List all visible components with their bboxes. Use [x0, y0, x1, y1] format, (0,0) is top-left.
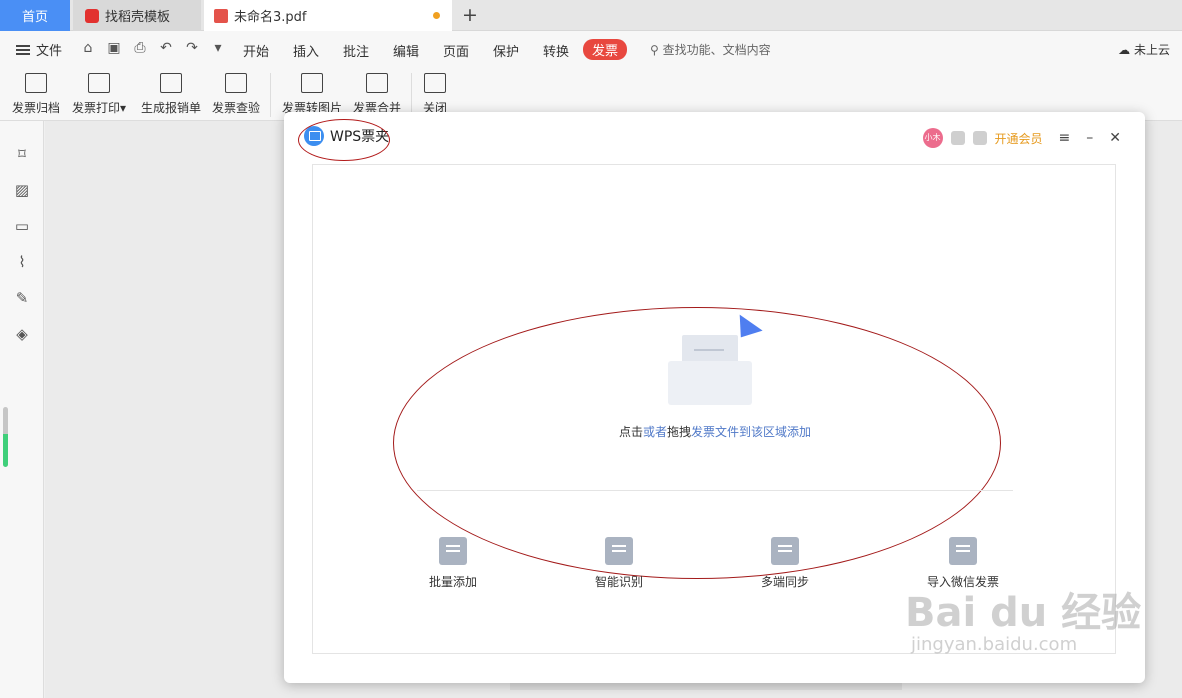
menu-page[interactable]: 页面 — [443, 41, 469, 60]
signature-icon[interactable]: ✎ — [13, 289, 31, 307]
annotation-circle-title — [298, 119, 390, 161]
redo-icon[interactable]: ↷ — [184, 40, 200, 56]
tab-pdf-label: 未命名3.pdf — [234, 10, 307, 25]
comment-icon[interactable]: ▭ — [13, 217, 31, 235]
thumbnail-icon[interactable]: ▨ — [13, 181, 31, 199]
divider — [417, 490, 1013, 491]
file-menu-button[interactable]: 文件 — [16, 40, 62, 59]
invoice-archive-button[interactable]: 发票归档 — [12, 71, 60, 116]
ribbon-divider — [270, 73, 271, 117]
hamburger-icon — [16, 44, 30, 55]
invoice-verify-button[interactable]: 发票查验 — [212, 71, 260, 116]
verify-icon — [225, 73, 247, 93]
minimize-icon[interactable]: – — [1086, 130, 1093, 146]
tab-bar: 首页 找稻壳模板 未命名3.pdf + — [0, 0, 1182, 31]
watermark-sub: jingyan.baidu.com — [911, 634, 1078, 655]
cloud-status-button[interactable]: ☁ 未上云 — [1118, 41, 1170, 58]
drop-hint-rest: 发票文件到该区域添加 — [691, 425, 812, 439]
merge-icon — [366, 73, 388, 93]
open-folder-icon[interactable]: ⌂ — [80, 40, 96, 56]
super-member-badge-icon — [972, 131, 987, 145]
close-box-icon — [424, 73, 446, 93]
menu-icon[interactable]: ≡ — [1059, 130, 1071, 146]
feature-multi-sync[interactable]: 多端同步 — [735, 537, 835, 590]
devices-icon — [771, 537, 799, 565]
drop-hint: 点击或者拖拽发票文件到该区域添加 — [313, 423, 1117, 440]
close-icon[interactable]: ✕ — [1109, 130, 1121, 146]
search-box[interactable]: ⚲ 查找功能、文档内容 — [650, 41, 771, 58]
archive-icon — [25, 73, 47, 93]
click-link[interactable]: 点击 — [619, 425, 643, 439]
feature-multi-sync-label: 多端同步 — [760, 575, 809, 589]
invoice-archive-label: 发票归档 — [12, 101, 61, 115]
menu-invoice[interactable]: 发票 — [583, 39, 628, 60]
customize-chevron-icon[interactable]: ▾ — [210, 40, 226, 56]
search-placeholder: 查找功能、文档内容 — [662, 43, 771, 57]
generate-expense-button[interactable]: 生成报销单 — [141, 71, 201, 116]
image-icon — [301, 73, 323, 93]
tab-pdf[interactable]: 未命名3.pdf — [204, 0, 452, 31]
invoice-print-button[interactable]: 发票打印▾ — [72, 71, 126, 116]
baidu-watermark: Bai du 经验 jingyan.baidu.com — [905, 580, 1155, 655]
feature-smart-recognize[interactable]: 智能识别 — [569, 537, 669, 590]
docer-logo-icon — [85, 8, 99, 23]
pdf-file-icon — [214, 8, 228, 23]
invoice-merge-button[interactable]: 发票合并 — [353, 71, 401, 116]
attachment-icon[interactable]: ⌇ — [13, 253, 31, 271]
menu-start[interactable]: 开始 — [243, 41, 269, 60]
left-side-panel: ⌑ ▨ ▭ ⌇ ✎ ◈ — [0, 121, 44, 698]
feature-batch-add[interactable]: 批量添加 — [403, 537, 503, 590]
cloud-status-label: 未上云 — [1133, 43, 1170, 57]
chevron-down-icon: ▾ — [120, 101, 127, 115]
tab-template-label: 找稻壳模板 — [105, 10, 171, 25]
menu-convert[interactable]: 转换 — [543, 41, 569, 60]
folder-upload-icon — [668, 314, 763, 405]
new-tab-button[interactable]: + — [462, 4, 478, 26]
search-icon: ⚲ — [650, 43, 659, 57]
layers-icon[interactable]: ◈ — [13, 325, 31, 343]
scrollbar-handle[interactable] — [3, 407, 8, 467]
file-menu-label: 文件 — [36, 44, 63, 59]
invoice-print-label: 发票打印 — [72, 101, 121, 115]
member-badge-icon — [950, 131, 965, 145]
printer-icon — [88, 73, 111, 93]
scan-icon — [605, 537, 633, 565]
feature-batch-add-label: 批量添加 — [428, 575, 477, 589]
dialog-header-actions: 小木 开通会员 ≡ – ✕ — [922, 128, 1121, 148]
unsaved-dot-icon — [433, 12, 440, 19]
menu-insert[interactable]: 插入 — [293, 41, 319, 60]
ribbon-divider — [411, 73, 412, 117]
menu-edit[interactable]: 编辑 — [393, 41, 419, 60]
invoice-verify-label: 发票查验 — [212, 101, 261, 115]
quick-access-toolbar: ⌂ ▣ ⎙ ↶ ↷ ▾ — [80, 40, 226, 56]
batch-add-icon — [439, 537, 467, 565]
close-invoice-button[interactable]: 关闭 — [423, 71, 447, 116]
generate-expense-label: 生成报销单 — [141, 101, 202, 115]
avatar[interactable]: 小木 — [922, 128, 943, 148]
bookmark-icon[interactable]: ⌑ — [13, 145, 31, 163]
print-icon[interactable]: ⎙ — [132, 40, 148, 56]
tab-home[interactable]: 首页 — [0, 0, 70, 31]
tab-template[interactable]: 找稻壳模板 — [73, 0, 201, 31]
save-icon[interactable]: ▣ — [106, 40, 122, 56]
drag-word: 拖拽 — [667, 425, 692, 439]
menu-bar: 文件 ⌂ ▣ ⎙ ↶ ↷ ▾ 开始 插入 批注 编辑 页面 保护 转换 发票 ⚲… — [0, 31, 1182, 67]
tab-home-label: 首页 — [21, 10, 48, 25]
invoice-to-image-button[interactable]: 发票转图片 — [282, 71, 342, 116]
undo-icon[interactable]: ↶ — [158, 40, 174, 56]
watermark-main: Bai du 经验 — [905, 590, 1142, 636]
cloud-icon: ☁ — [1118, 43, 1131, 57]
menu-protect[interactable]: 保护 — [493, 41, 519, 60]
expense-sheet-icon — [160, 73, 182, 93]
menu-comment[interactable]: 批注 — [343, 41, 369, 60]
drop-hint-or: 或者 — [642, 425, 667, 439]
feature-smart-recognize-label: 智能识别 — [594, 575, 643, 589]
open-vip-link[interactable]: 开通会员 — [995, 130, 1043, 147]
wechat-invoice-icon — [949, 537, 977, 565]
